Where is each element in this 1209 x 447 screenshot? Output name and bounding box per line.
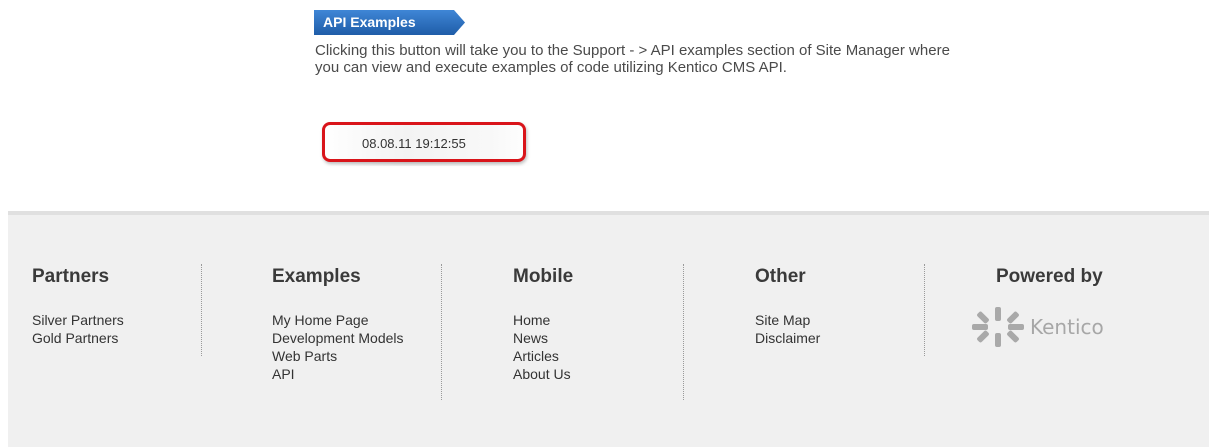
kentico-logo[interactable]: Kentico [972,307,1172,347]
api-description: Clicking this button will take you to th… [315,42,950,76]
kentico-logo-text: Kentico [1030,315,1104,339]
footer-link[interactable]: Disclaimer [755,329,820,347]
footer-heading: Mobile [513,266,574,287]
footer-column-other: Other Site Map Disclaimer [755,266,820,347]
timestamp: 08.08.11 19:12:55 [362,136,466,151]
footer-column-partners: Partners Silver Partners Gold Partners [32,266,124,347]
footer-heading: Examples [272,266,361,287]
footer-link[interactable]: News [513,329,573,347]
footer-link[interactable]: Gold Partners [32,329,124,347]
api-examples-button[interactable]: API Examples [314,10,465,35]
footer-link[interactable]: My Home Page [272,311,404,329]
footer-link[interactable]: Web Parts [272,347,404,365]
footer-heading: Powered by [996,266,1103,287]
api-button-label: API Examples [323,14,416,30]
footer-heading: Other [755,266,806,287]
footer-link[interactable]: Site Map [755,311,820,329]
column-divider [683,264,684,400]
footer-column-examples: Examples My Home Page Development Models… [272,266,404,383]
footer-link[interactable]: Home [513,311,573,329]
footer-column-powered-by: Powered by [996,266,1103,288]
footer-link[interactable]: Development Models [272,329,404,347]
footer-link[interactable]: About Us [513,365,573,383]
column-divider [201,264,202,356]
footer: Partners Silver Partners Gold Partners E… [8,211,1209,447]
footer-link[interactable]: Articles [513,347,573,365]
footer-link[interactable]: Silver Partners [32,311,124,329]
column-divider [441,264,442,400]
timestamp-box: 08.08.11 19:12:55 [322,122,532,166]
column-divider [924,264,925,356]
footer-link[interactable]: API [272,365,404,383]
kentico-logo-icon [972,307,1024,347]
footer-column-mobile: Mobile Home News Articles About Us [513,266,573,383]
footer-heading: Partners [32,266,110,287]
